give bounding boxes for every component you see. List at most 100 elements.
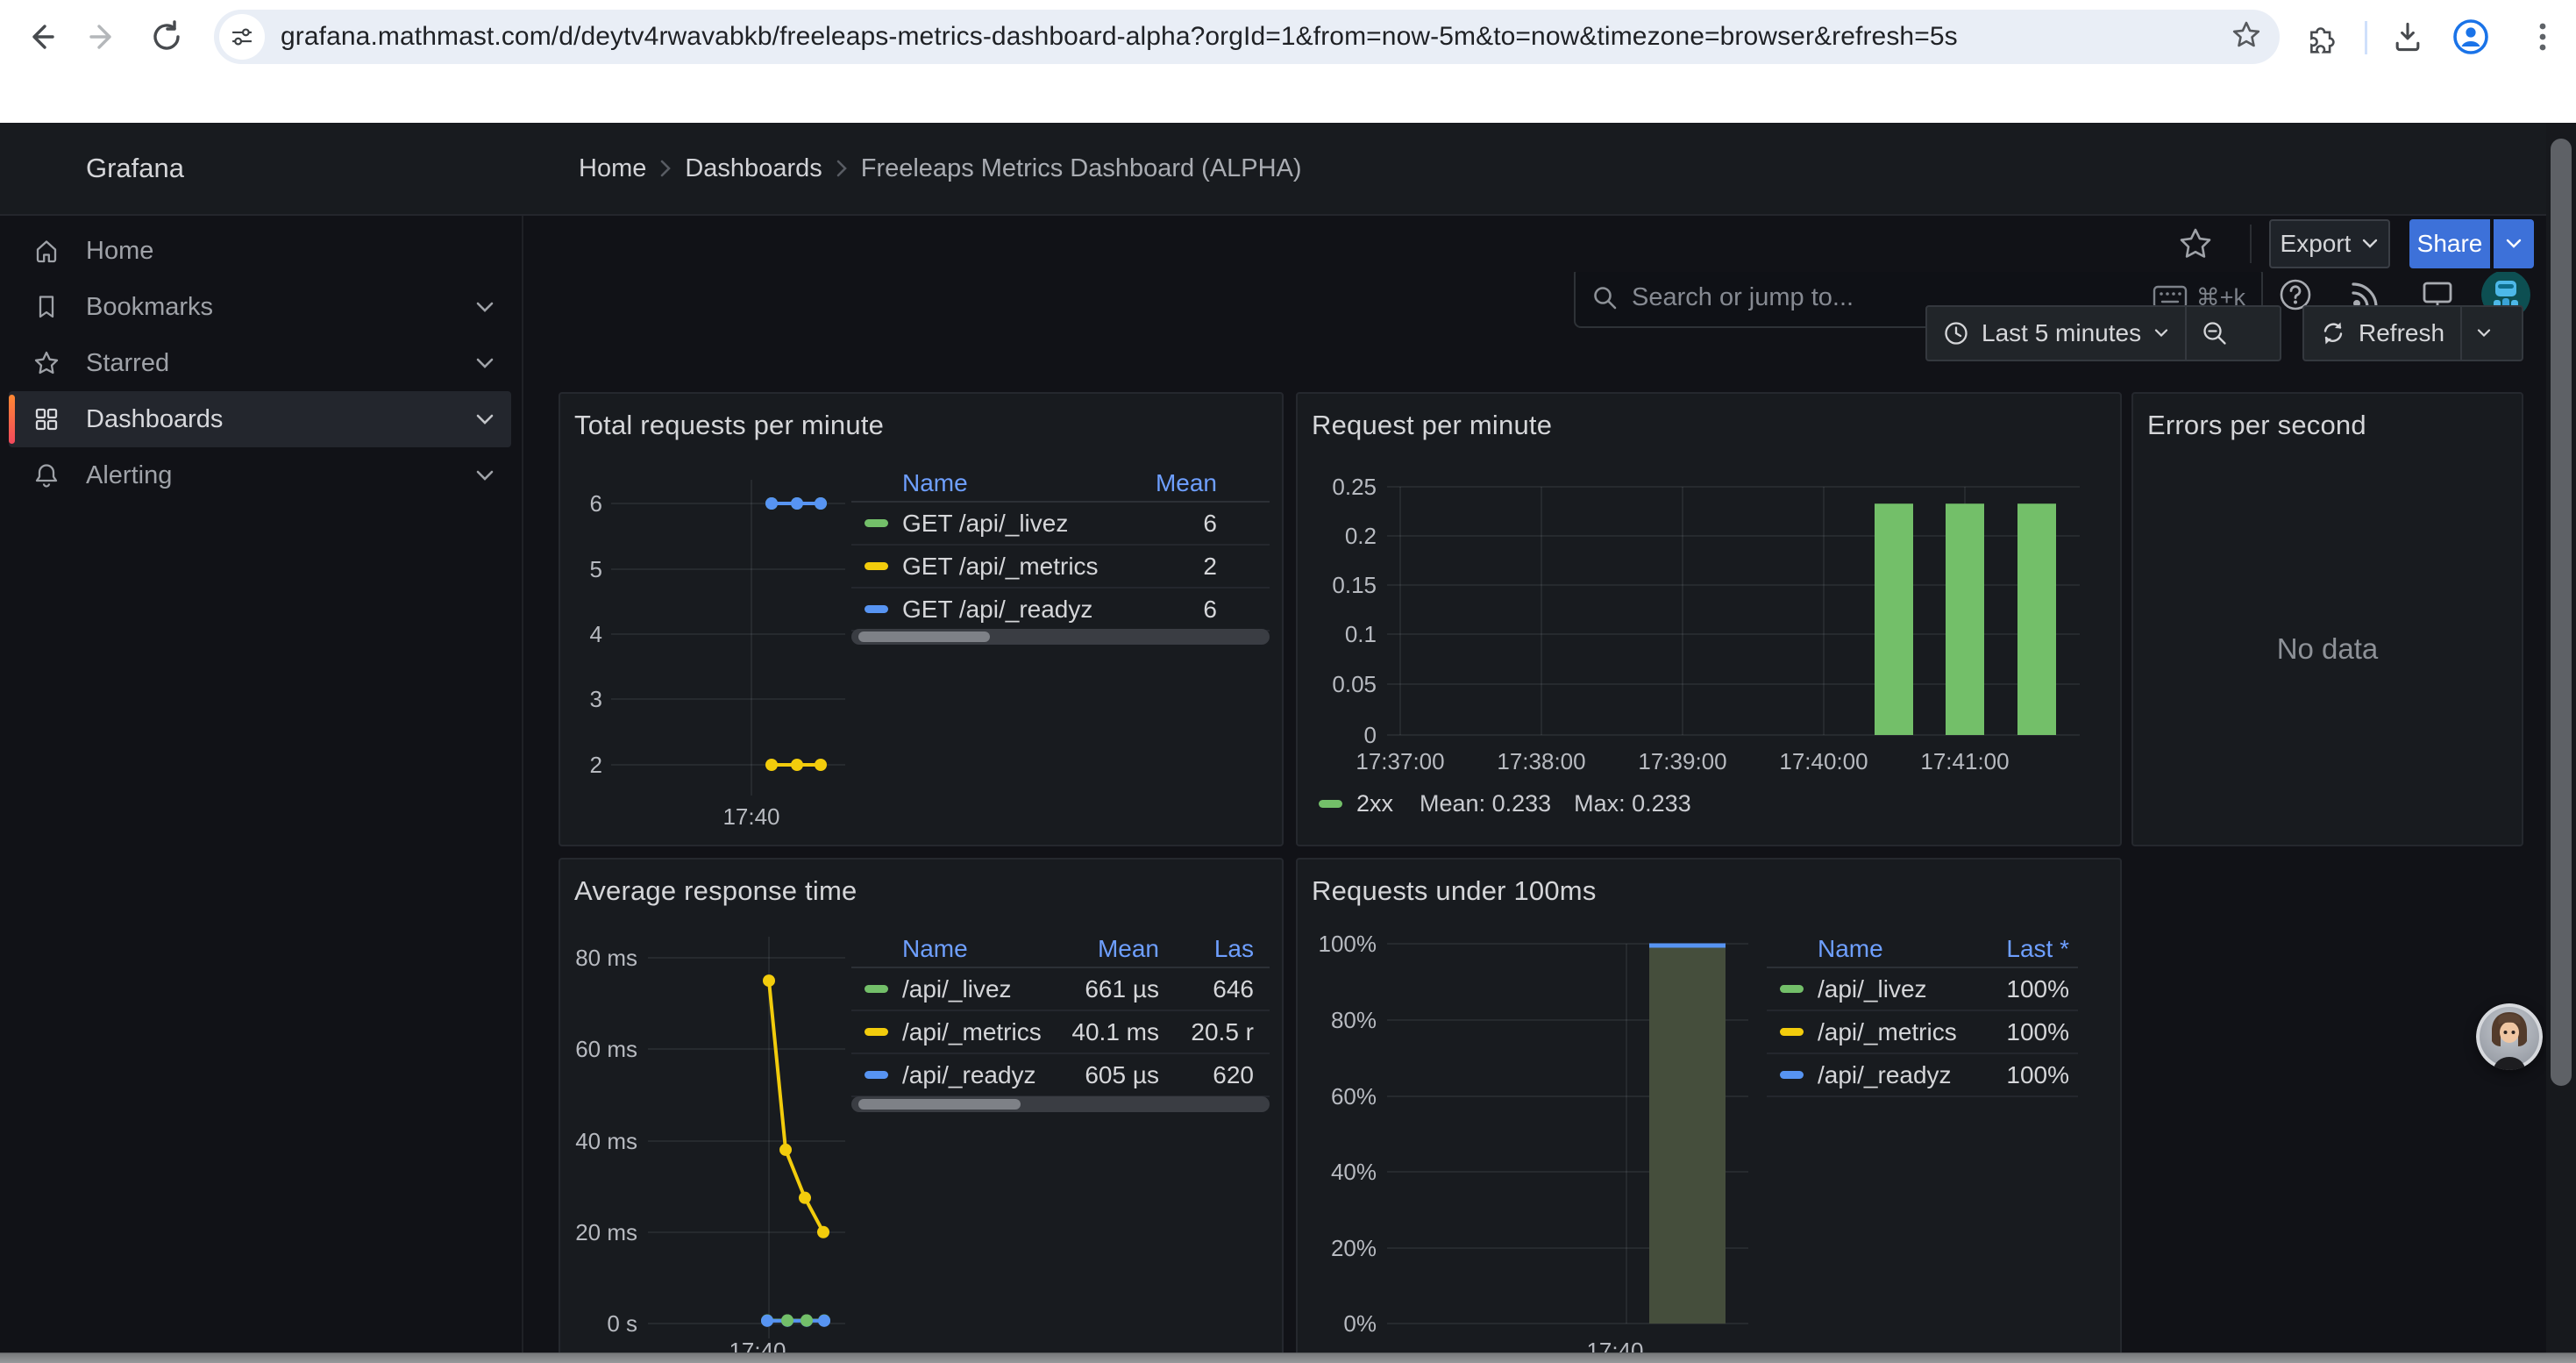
legend-series-name[interactable]: /api/_readyz xyxy=(902,1061,1054,1089)
forward-icon xyxy=(86,19,121,54)
breadcrumb-home[interactable]: Home xyxy=(579,154,646,183)
legend-mean-value: 2 xyxy=(1147,553,1217,581)
assistant-avatar-bubble[interactable] xyxy=(2476,1003,2543,1070)
series-color-dash xyxy=(1780,1071,1804,1079)
legend-series-name[interactable]: 2xx xyxy=(1356,790,1393,817)
legend-row: GET /api/_metrics 2 xyxy=(851,546,1270,589)
sidebar-item-starred[interactable]: Starred xyxy=(0,335,522,391)
grafana-top-nav: Grafana Home Dashboards Freeleaps Metric… xyxy=(0,123,2576,216)
legend-series-name[interactable]: /api/_livez xyxy=(902,975,1054,1003)
sidebar-item-label: Home xyxy=(86,237,153,266)
scrollbar-thumb[interactable] xyxy=(858,632,990,642)
legend-series-name[interactable]: GET /api/_readyz xyxy=(902,596,1147,624)
zoom-out-time-button[interactable] xyxy=(2187,307,2243,360)
svg-text:17:38:00: 17:38:00 xyxy=(1497,748,1585,774)
svg-text:80%: 80% xyxy=(1331,1007,1377,1033)
page-scrollbar-thumb[interactable] xyxy=(2551,139,2572,1086)
legend-mean-value: 6 xyxy=(1147,596,1217,624)
time-range-button[interactable]: Last 5 minutes xyxy=(1927,307,2185,360)
back-button[interactable] xyxy=(21,18,60,56)
brand-name[interactable]: Grafana xyxy=(86,123,184,214)
site-settings-badge[interactable] xyxy=(219,14,265,60)
legend-header-last[interactable]: Las xyxy=(1166,935,1254,963)
legend-series-name[interactable]: /api/_metrics xyxy=(1818,1018,1964,1046)
series-color-dash xyxy=(865,519,888,527)
sidebar-item-label: Bookmarks xyxy=(86,293,213,322)
refresh-interval-button[interactable] xyxy=(2462,307,2506,360)
active-item-accent xyxy=(9,395,15,444)
bell-icon xyxy=(33,462,60,489)
legend-last-value: 100% xyxy=(1964,975,2069,1003)
extensions-button[interactable] xyxy=(2300,18,2338,56)
svg-text:6: 6 xyxy=(590,490,602,517)
export-button[interactable]: Export xyxy=(2269,219,2390,268)
sidebar-item-alerting[interactable]: Alerting xyxy=(0,447,522,503)
chevron-right-icon xyxy=(658,157,672,180)
chevron-down-icon[interactable] xyxy=(473,356,496,370)
no-data-message: No data xyxy=(2133,632,2522,666)
chevron-down-icon[interactable] xyxy=(473,300,496,314)
browser-menu-button[interactable] xyxy=(2525,18,2560,56)
refresh-button[interactable]: Refresh xyxy=(2304,307,2460,360)
legend-header-last[interactable]: Last * xyxy=(1964,935,2069,963)
reload-button[interactable] xyxy=(147,18,186,56)
panel-under-100ms: Requests under 100ms 100%80%60%40%20%0%1… xyxy=(1296,858,2122,1363)
share-menu-button[interactable] xyxy=(2494,219,2534,268)
svg-text:4: 4 xyxy=(590,621,602,647)
breadcrumb-dashboards[interactable]: Dashboards xyxy=(685,154,822,183)
sidebar-item-label: Starred xyxy=(86,349,169,378)
legend-series-name[interactable]: /api/_livez xyxy=(1818,975,1964,1003)
svg-text:40%: 40% xyxy=(1331,1159,1377,1185)
sidebar-item-bookmarks[interactable]: Bookmarks xyxy=(0,279,522,335)
panel-request-per-minute: Request per minute 0.250.20.150.10.05017… xyxy=(1296,392,2122,846)
legend-last-value: 20.5 r xyxy=(1166,1018,1254,1046)
scrollbar-thumb[interactable] xyxy=(858,1099,1021,1110)
forward-button[interactable] xyxy=(84,18,123,56)
toolbar-divider xyxy=(2365,21,2367,54)
reload-icon xyxy=(149,19,184,54)
legend-mean-value: 40.1 ms xyxy=(1054,1018,1159,1046)
legend-header-mean[interactable]: Mean xyxy=(1054,935,1159,963)
legend-horizontal-scrollbar[interactable] xyxy=(851,629,1270,645)
legend-series-name[interactable]: GET /api/_metrics xyxy=(902,553,1147,581)
series-color-dash xyxy=(865,985,888,993)
sidebar: Home Bookmarks Starred Dashboards Alerti… xyxy=(0,216,523,1363)
address-bar[interactable]: grafana.mathmast.com/d/deytv4rwavabkb/fr… xyxy=(214,10,2280,64)
svg-text:80 ms: 80 ms xyxy=(575,945,637,971)
sidebar-item-dashboards[interactable]: Dashboards xyxy=(0,391,522,447)
legend-row: /api/_metrics 40.1 ms 20.5 r xyxy=(851,1011,1270,1054)
legend-series-name[interactable]: /api/_metrics xyxy=(902,1018,1054,1046)
profile-button[interactable] xyxy=(2451,18,2490,56)
svg-text:2: 2 xyxy=(590,752,602,778)
svg-text:0.05: 0.05 xyxy=(1332,671,1377,697)
legend-row: GET /api/_livez 6 xyxy=(851,503,1270,546)
star-icon xyxy=(2231,19,2262,51)
bookmarks-bar: Freeleaps 收藏博客 xyxy=(0,74,2576,123)
chevron-down-icon[interactable] xyxy=(473,468,496,482)
sidebar-item-home[interactable]: Home xyxy=(0,223,522,279)
svg-text:0: 0 xyxy=(1364,722,1377,748)
panel-title[interactable]: Errors per second xyxy=(2147,410,2366,441)
share-button[interactable]: Share xyxy=(2409,219,2490,268)
export-label: Export xyxy=(2281,230,2352,258)
download-button[interactable] xyxy=(2388,18,2427,56)
legend-row: GET /api/_readyz 6 xyxy=(851,589,1270,632)
series-color-dash xyxy=(1780,1028,1804,1036)
bookmark-star-button[interactable] xyxy=(2231,19,2262,55)
legend-series-name[interactable]: GET /api/_livez xyxy=(902,510,1147,538)
refresh-label: Refresh xyxy=(2359,319,2444,347)
page-scrollbar-track[interactable] xyxy=(2546,123,2576,1363)
legend-header-name[interactable]: Name xyxy=(902,935,1054,963)
legend-header-mean[interactable]: Mean xyxy=(1147,469,1217,497)
request-per-minute-chart[interactable]: 0.250.20.150.10.05017:37:0017:38:0017:39… xyxy=(1298,394,2124,848)
series-color-dash xyxy=(865,562,888,570)
svg-text:0.25: 0.25 xyxy=(1332,474,1377,500)
chevron-right-icon xyxy=(835,157,849,180)
favorite-dashboard-button[interactable] xyxy=(2178,226,2213,266)
legend-header-name[interactable]: Name xyxy=(902,469,1147,497)
chevron-down-icon[interactable] xyxy=(473,412,496,426)
legend-header-name[interactable]: Name xyxy=(1818,935,1964,963)
legend-horizontal-scrollbar[interactable] xyxy=(851,1096,1270,1112)
svg-text:20 ms: 20 ms xyxy=(575,1219,637,1245)
legend-series-name[interactable]: /api/_readyz xyxy=(1818,1061,1964,1089)
